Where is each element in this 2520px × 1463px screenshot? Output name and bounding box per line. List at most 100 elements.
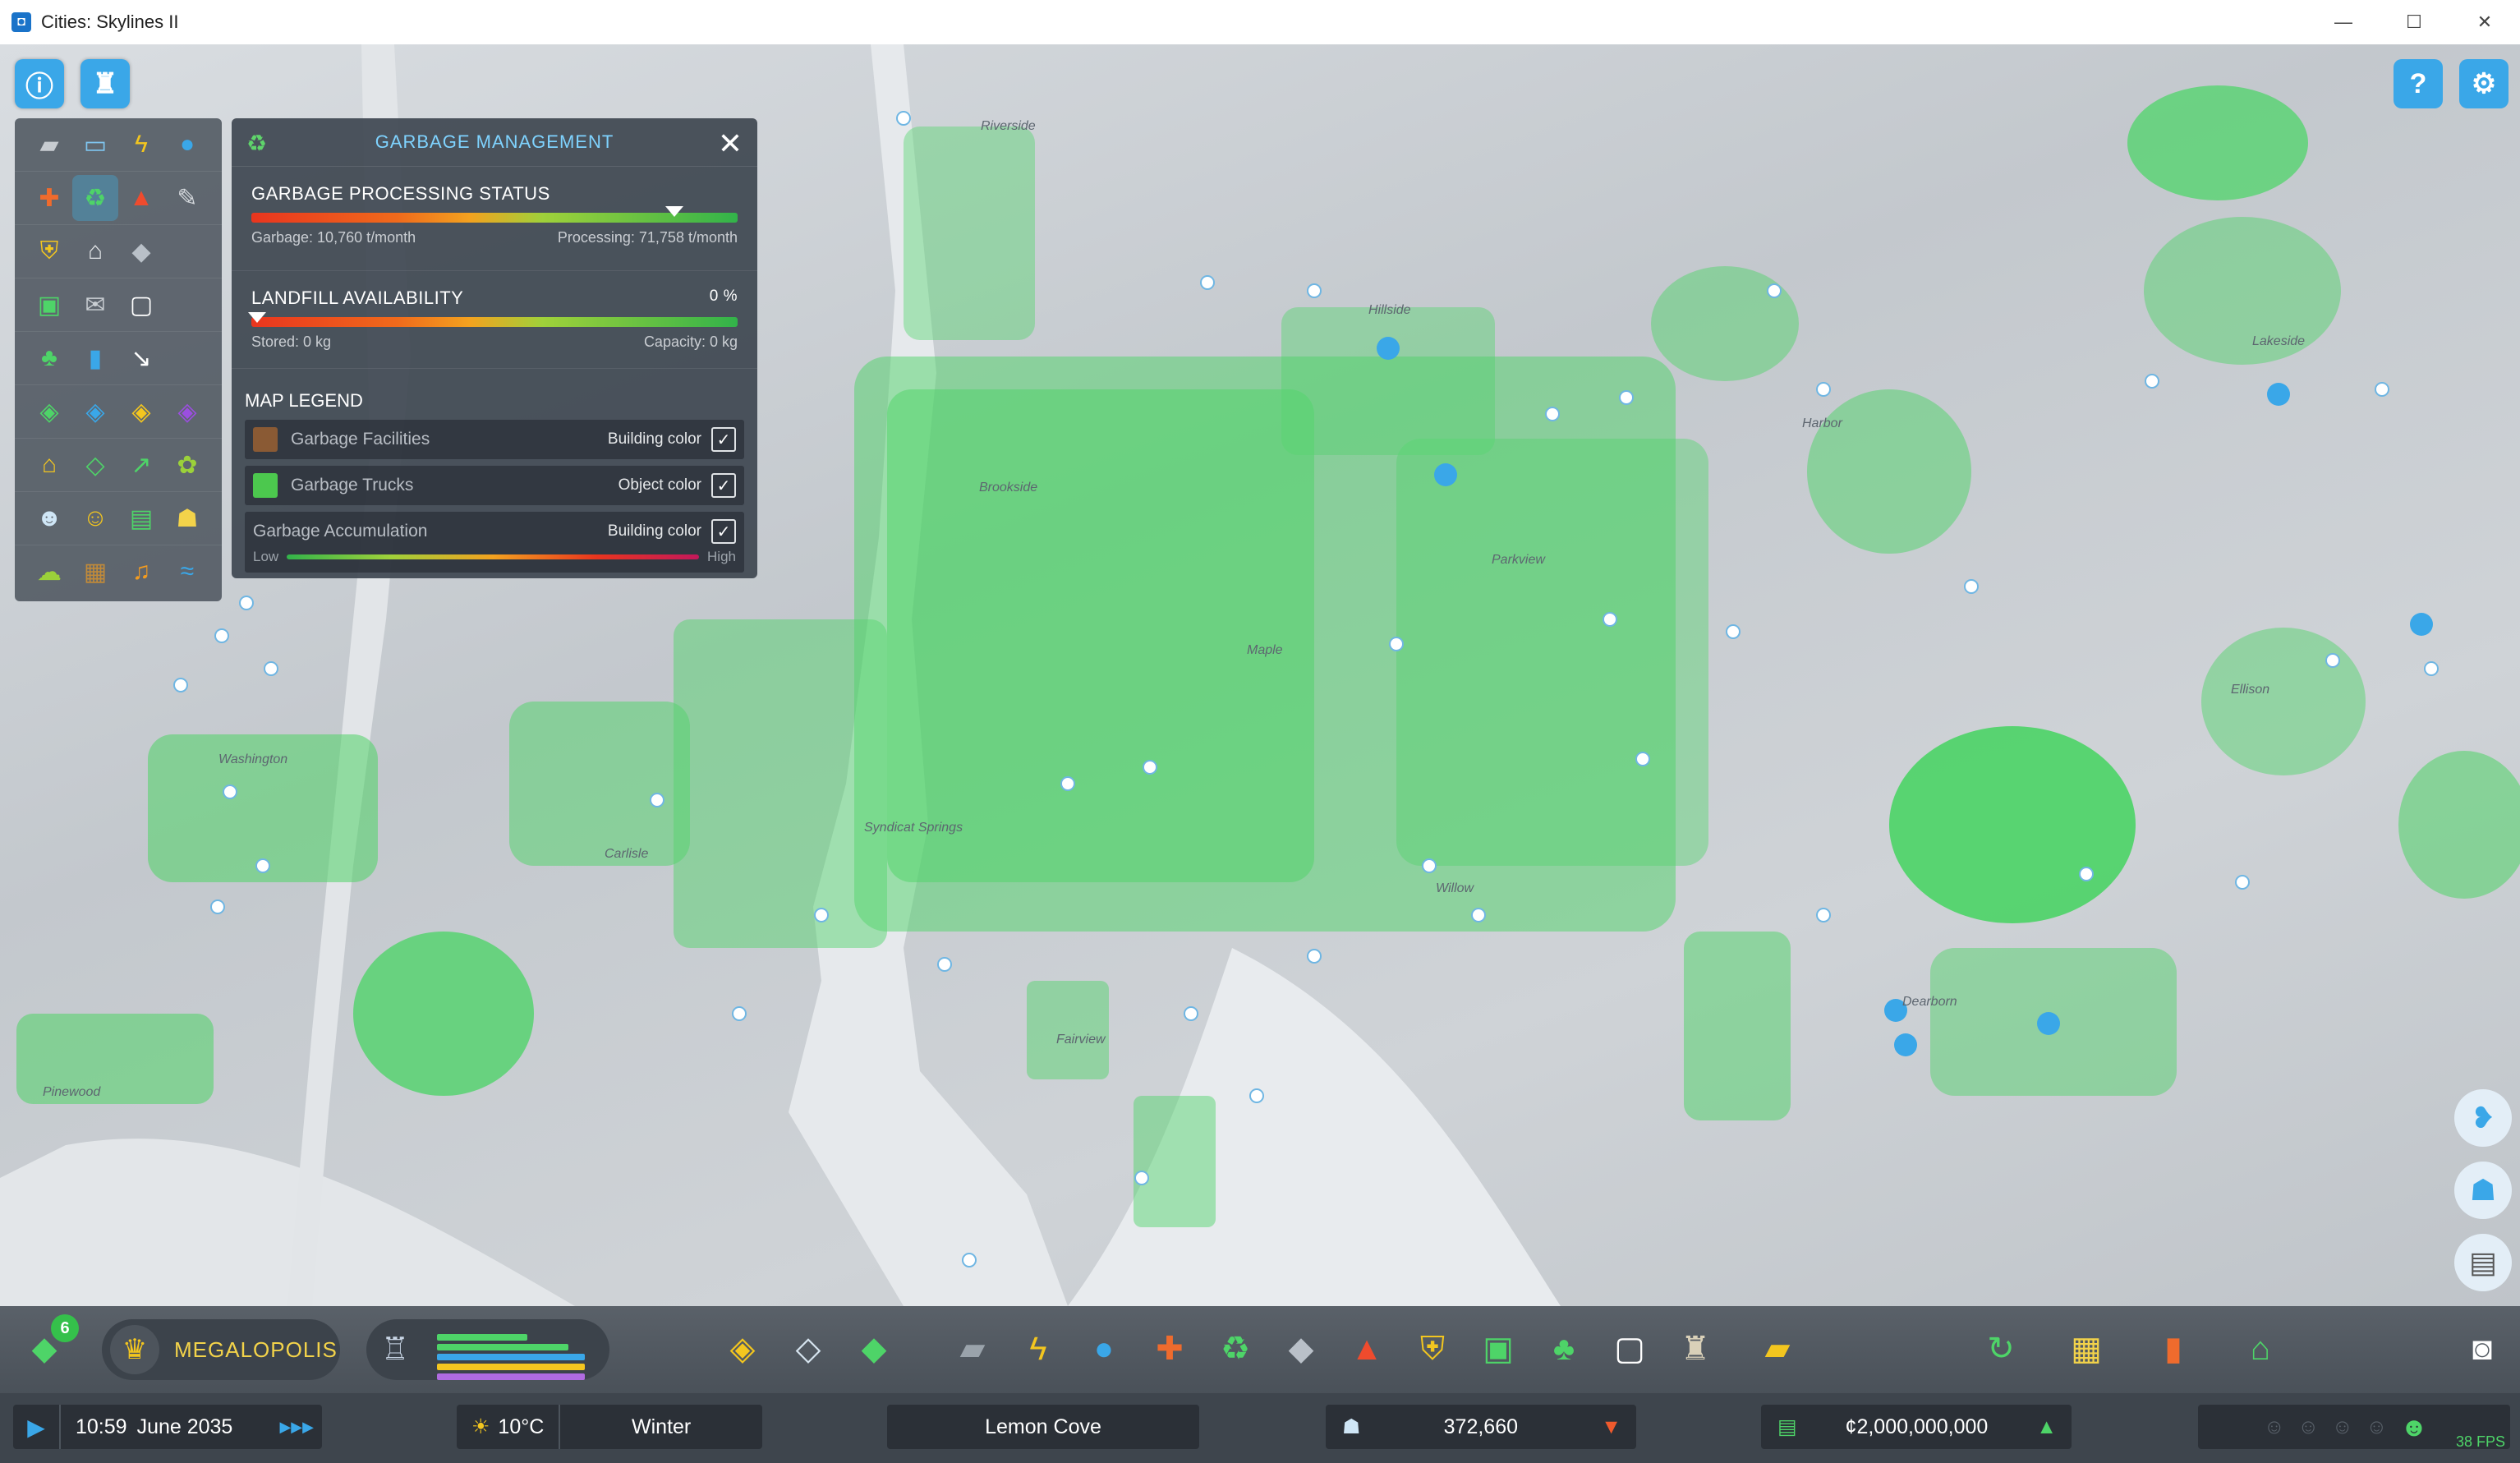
advisor-button[interactable]: ♜ — [80, 59, 130, 108]
settings-button[interactable]: ⚙ — [2459, 59, 2509, 108]
map-tiles-icon[interactable]: ▦ — [2060, 1323, 2113, 1375]
landfill-availability: LANDFILL AVAILABILITY 0 % Stored: 0 kg C… — [232, 271, 757, 369]
money-display[interactable]: ▤ ¢2,000,000,000 ▲ — [1761, 1405, 2072, 1449]
zone-commercial-icon[interactable]: ◈ — [72, 389, 118, 435]
education-icon[interactable]: ◆ — [118, 228, 164, 274]
parks-icon[interactable]: ♣ — [1538, 1323, 1590, 1375]
map-label-syndicat-springs: Syndicat Springs — [864, 821, 963, 835]
close-window-button[interactable]: ✕ — [2449, 0, 2520, 44]
park-tree-icon[interactable]: ♣ — [26, 335, 72, 381]
help-icon: ? — [2409, 67, 2427, 99]
education-icon[interactable]: ◆ — [1275, 1323, 1327, 1375]
map-label-maple: Maple — [1247, 643, 1283, 657]
area-icon[interactable]: ◇ — [782, 1323, 835, 1375]
garbage-icon[interactable]: ♻ — [1209, 1323, 1262, 1375]
garbage-accumulation-checkbox[interactable]: ✓ — [711, 519, 736, 544]
police-icon[interactable]: ⛨ — [1406, 1323, 1459, 1375]
plant-icon[interactable]: ✿ — [164, 442, 210, 488]
landmark-icon[interactable]: ♜ — [1669, 1323, 1722, 1375]
happiness-display[interactable]: ☺☺☺☺ ☻ 38 FPS — [2198, 1405, 2510, 1450]
fps-counter: 38 FPS — [2455, 1433, 2505, 1450]
road-icon[interactable]: ▰ — [946, 1323, 999, 1375]
zoning-icon[interactable]: ◈ — [716, 1323, 769, 1375]
milestone-button[interactable]: ♛ MEGALOPOLIS — [102, 1319, 340, 1380]
chart-icon[interactable]: ↗ — [118, 442, 164, 488]
fire-icon[interactable]: ▲ — [118, 175, 164, 221]
map-label-willow: Willow — [1436, 881, 1475, 895]
water-drop-icon[interactable]: ● — [164, 122, 210, 168]
healthcare-icon[interactable]: ✚ — [1143, 1323, 1196, 1375]
transport-bus-icon[interactable]: ▣ — [26, 282, 72, 328]
map-label-ellison: Ellison — [2231, 683, 2269, 697]
noise-icon[interactable]: ♫ — [118, 549, 164, 595]
info-view-button[interactable]: ⓘ — [15, 59, 64, 108]
help-button[interactable]: ? — [2394, 59, 2443, 108]
map-label-washington: Washington — [218, 752, 287, 766]
zone-office-icon[interactable]: ◈ — [164, 389, 210, 435]
fire-icon[interactable]: ▲ — [1340, 1323, 1393, 1375]
city-name-button[interactable]: Lemon Cove — [887, 1405, 1199, 1449]
journal-button[interactable]: ▤ — [2454, 1234, 2512, 1291]
bank-icon[interactable]: ⌂ — [72, 228, 118, 274]
legend-type: Object color — [618, 476, 701, 494]
police-badge-icon[interactable]: ⛨ — [26, 228, 72, 274]
terrain-icon[interactable]: ☁ — [26, 549, 72, 595]
zone-residential-icon[interactable]: ◈ — [26, 389, 72, 435]
arrow-icon[interactable]: ↘ — [118, 335, 164, 381]
healthcare-icon[interactable]: ✚ — [26, 175, 72, 221]
trash-bin-icon[interactable]: ▮ — [72, 335, 118, 381]
chirper-button[interactable]: ❥ — [2454, 1089, 2512, 1147]
population-icon[interactable]: ☻ — [26, 495, 72, 541]
population-display[interactable]: ☗ 372,660 ▼ — [1326, 1405, 1636, 1449]
demand-indicator[interactable]: ♖ — [366, 1319, 609, 1380]
garbage-amount: Garbage: 10,760 t/month — [251, 229, 416, 246]
water-icon[interactable]: ● — [1078, 1323, 1130, 1375]
progression-icon[interactable]: ⌂ — [2234, 1323, 2287, 1375]
landfill-percent: 0 % — [709, 288, 738, 305]
water-icon[interactable]: ≈ — [164, 549, 210, 595]
legend-label: Garbage Accumulation — [253, 522, 428, 541]
lightning-icon[interactable]: ϟ — [118, 122, 164, 168]
statistics-icon[interactable]: ▮ — [2147, 1323, 2200, 1375]
legend-high: High — [707, 549, 736, 564]
chat-icon[interactable]: ▢ — [118, 282, 164, 328]
road-icon[interactable]: ▰ — [26, 122, 72, 168]
industry-icon[interactable]: ▰ — [1751, 1323, 1804, 1375]
status-bar: ▶ 10:59 June 2035 ▶▶▶ ☀ 10°C Winter Lemo… — [0, 1393, 2520, 1463]
economy-icon[interactable]: ↻ — [1975, 1323, 2027, 1375]
zone-industrial-icon[interactable]: ◈ — [118, 389, 164, 435]
land-value-icon[interactable]: ◇ — [72, 442, 118, 488]
time-control: ▶ 10:59 June 2035 ▶▶▶ — [13, 1405, 322, 1449]
city-name: Lemon Cove — [985, 1415, 1101, 1438]
camera-icon[interactable]: ◙ — [2456, 1323, 2509, 1375]
electricity-icon[interactable]: ϟ — [1012, 1323, 1065, 1375]
electricity-network-icon[interactable]: ▭ — [72, 122, 118, 168]
communication-icon[interactable]: ▢ — [1603, 1323, 1656, 1375]
garbage-recycle-icon[interactable]: ♻ — [72, 175, 118, 221]
workers-icon[interactable]: ☗ — [164, 495, 210, 541]
accumulation-gradient — [287, 554, 700, 559]
house-icon[interactable]: ⌂ — [26, 442, 72, 488]
close-panel-button[interactable]: ✕ — [718, 127, 743, 161]
population-icon: ☗ — [1342, 1415, 1361, 1438]
garbage-facilities-checkbox[interactable]: ✓ — [711, 427, 736, 452]
processing-bar — [251, 206, 738, 223]
soil-icon[interactable]: ▦ — [72, 549, 118, 595]
legend-row-garbage-facilities: Garbage Facilities Building color ✓ — [245, 420, 744, 459]
happiness-icon[interactable]: ☺ — [72, 495, 118, 541]
minimize-button[interactable]: — — [2308, 0, 2379, 44]
chirper-avatar-icon: ♜ — [92, 68, 118, 99]
money-icon[interactable]: ▤ — [118, 495, 164, 541]
mail-icon[interactable]: ✉ — [72, 282, 118, 328]
maximize-button[interactable]: ☐ — [2379, 0, 2449, 44]
speed-button[interactable]: ▶▶▶ — [279, 1419, 314, 1436]
landscaping-icon[interactable]: ◆ — [848, 1323, 900, 1375]
weather-display: ☀ 10°C Winter — [457, 1405, 762, 1449]
garbage-trucks-checkbox[interactable]: ✓ — [711, 473, 736, 498]
map-label-riverside: Riverside — [981, 119, 1036, 133]
transport-icon[interactable]: ▣ — [1472, 1323, 1524, 1375]
wrench-icon[interactable]: ✎ — [164, 175, 210, 221]
citizen-button[interactable]: ☗ — [2454, 1162, 2512, 1219]
gear-icon: ⚙ — [2471, 68, 2497, 99]
play-button[interactable]: ▶ — [13, 1414, 59, 1441]
